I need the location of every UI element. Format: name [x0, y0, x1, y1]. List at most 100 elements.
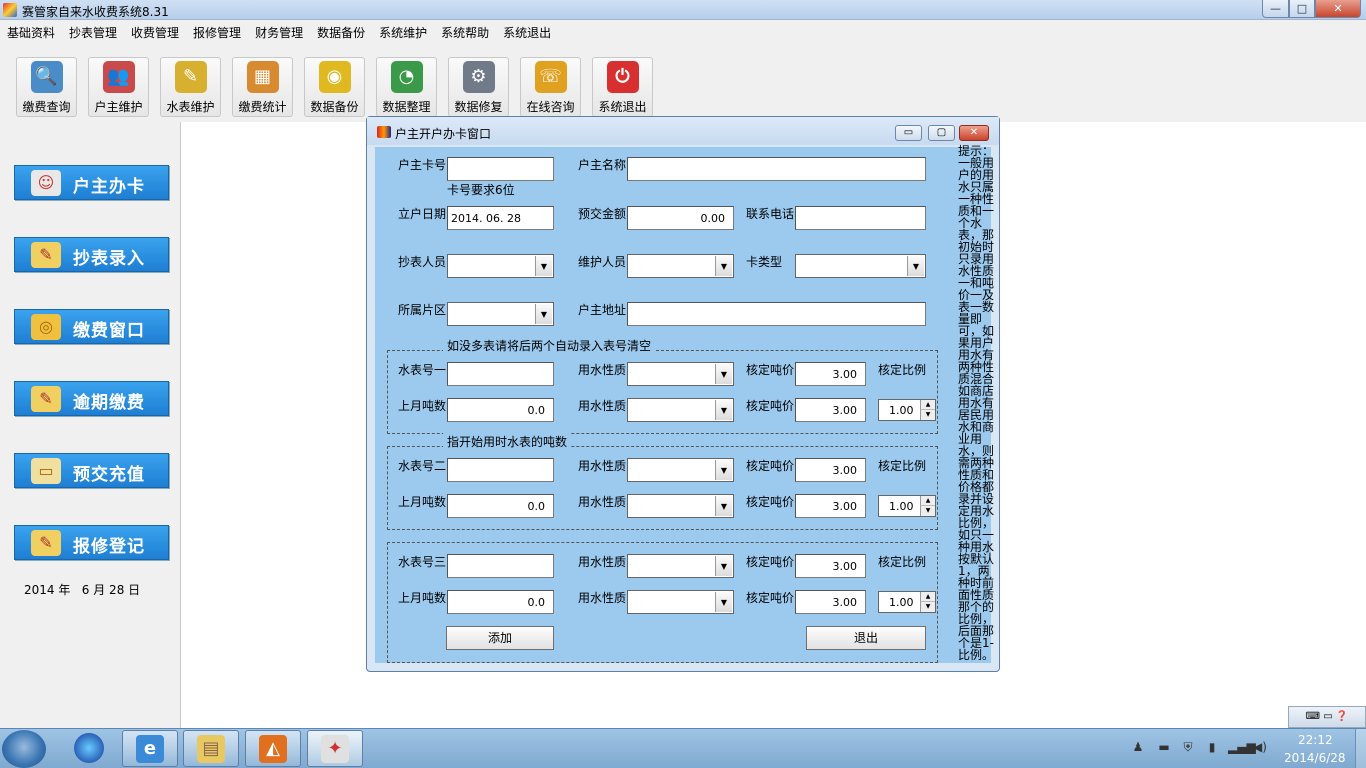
show-desktop-button[interactable] [1355, 729, 1366, 768]
menu-help[interactable]: 系统帮助 [434, 21, 496, 41]
spin-down-icon[interactable]: ▼ [920, 602, 935, 612]
sidebar-overdue-payment-button[interactable]: ✎ 逾期缴费 [14, 381, 169, 416]
reader-combobox[interactable]: ▼ [447, 254, 554, 278]
dialog-minimize-button[interactable]: ▭ [895, 125, 922, 141]
minimize-button[interactable]: — [1262, 0, 1289, 18]
meter-three-ratio-spinner[interactable]: 1.00 ▲ ▼ [878, 591, 936, 613]
qq-icon[interactable]: ♟ [1130, 739, 1146, 755]
chevron-down-icon[interactable]: ▼ [715, 460, 732, 480]
chevron-down-icon[interactable]: ▼ [715, 592, 732, 612]
phone-input[interactable] [795, 206, 926, 230]
add-button[interactable]: 添加 [446, 626, 554, 650]
meter-two-price-input[interactable]: 3.00 [795, 458, 866, 482]
chevron-down-icon[interactable]: ▼ [907, 256, 924, 276]
open-date-input[interactable]: 2014. 06. 28 [447, 206, 554, 230]
network-tray-icon[interactable]: ▬ [1156, 739, 1172, 755]
toolbar: 🔍 缴费查询 👥 户主维护 ✎ 水表维护 ▦ 缴费统计 ◉ 数据备份 ◔ 数据整理 ⚙ 数据修… [0, 42, 1366, 122]
toolbar-data-repair-button[interactable]: ⚙ 数据修复 [448, 57, 509, 117]
spin-up-icon[interactable]: ▲ [920, 592, 935, 602]
toolbar-payment-stats-button[interactable]: ▦ 缴费统计 [232, 57, 293, 117]
spin-up-icon[interactable]: ▲ [920, 496, 935, 506]
toolbar-online-consult-button[interactable]: ☏ 在线咨询 [520, 57, 581, 117]
meter-one-nature-combobox[interactable]: ▼ [627, 362, 734, 386]
chevron-down-icon[interactable]: ▼ [715, 256, 732, 276]
meter-one-price-input[interactable]: 3.00 [795, 362, 866, 386]
owner-name-input[interactable] [627, 157, 926, 181]
sidebar-owner-card-button[interactable]: ☺ 户主办卡 [14, 165, 169, 200]
browser-icon[interactable] [74, 733, 104, 763]
toolbar-data-backup-button[interactable]: ◉ 数据备份 [304, 57, 365, 117]
meter-three-price-input[interactable]: 3.00 [795, 554, 866, 578]
taskbar-fox-app-button[interactable]: ◭ [245, 730, 301, 767]
clock-date[interactable]: 2014/6/28 [1284, 751, 1346, 765]
maximize-button[interactable]: □ [1289, 0, 1315, 18]
menu-exit[interactable]: 系统退出 [496, 21, 558, 41]
sidebar-payment-window-button[interactable]: ◎ 缴费窗口 [14, 309, 169, 344]
menu-repair[interactable]: 报修管理 [186, 21, 248, 41]
chevron-down-icon[interactable]: ▼ [535, 304, 552, 324]
spin-down-icon[interactable]: ▼ [920, 506, 935, 516]
volume-icon[interactable]: ◀) [1252, 739, 1268, 755]
exit-button[interactable]: 退出 [806, 626, 926, 650]
meter-one-ratio-spinner[interactable]: 1.00 ▲ ▼ [878, 399, 936, 421]
chevron-down-icon[interactable]: ▼ [535, 256, 552, 276]
taskbar-water-app-button[interactable]: ✦ [307, 730, 363, 767]
security-icon[interactable]: ⛨ [1180, 739, 1196, 755]
maintainer-combobox[interactable]: ▼ [627, 254, 734, 278]
ratio-value: 1.00 [889, 404, 914, 417]
start-button[interactable] [2, 730, 46, 768]
toolbar-payment-query-button[interactable]: 🔍 缴费查询 [16, 57, 77, 117]
meter-three-nature-combobox[interactable]: ▼ [627, 554, 734, 578]
meter-one-last-tons-input[interactable]: 0.0 [447, 398, 554, 422]
menu-billing[interactable]: 收费管理 [124, 21, 186, 41]
meter-one-nature2-combobox[interactable]: ▼ [627, 398, 734, 422]
meter-three-nature2-combobox[interactable]: ▼ [627, 590, 734, 614]
close-button[interactable]: ✕ [1315, 0, 1361, 18]
toolbar-data-organize-button[interactable]: ◔ 数据整理 [376, 57, 437, 117]
meter-two-last-tons-input[interactable]: 0.0 [447, 494, 554, 518]
chevron-down-icon[interactable]: ▼ [715, 400, 732, 420]
meter-two-ratio-spinner[interactable]: 1.00 ▲ ▼ [878, 495, 936, 517]
device-icon[interactable]: ▮ [1204, 739, 1220, 755]
card-no-input[interactable] [447, 157, 554, 181]
address-input[interactable] [627, 302, 926, 326]
meter-two-nature-combobox[interactable]: ▼ [627, 458, 734, 482]
dialog-title: 户主开户办卡窗口 [395, 127, 492, 141]
area-combobox[interactable]: ▼ [447, 302, 554, 326]
meter-two-price2-input[interactable]: 3.00 [795, 494, 866, 518]
sidebar-repair-register-button[interactable]: ✎ 报修登记 [14, 525, 169, 560]
spin-up-icon[interactable]: ▲ [920, 400, 935, 410]
dialog-close-button[interactable]: ✕ [959, 125, 989, 141]
toolbar-system-exit-button[interactable]: ⏻ 系统退出 [592, 57, 653, 117]
meter-three-last-tons-input[interactable]: 0.0 [447, 590, 554, 614]
meter-two-no-input[interactable] [447, 458, 554, 482]
meter-three-price2-input[interactable]: 3.00 [795, 590, 866, 614]
sidebar-prepay-recharge-button[interactable]: ▭ 预交充值 [14, 453, 169, 488]
meter-two-nature2-combobox[interactable]: ▼ [627, 494, 734, 518]
menu-maintenance[interactable]: 系统维护 [372, 21, 434, 41]
chevron-down-icon[interactable]: ▼ [715, 496, 732, 516]
users-icon: 👥 [102, 61, 135, 93]
chevron-down-icon[interactable]: ▼ [715, 556, 732, 576]
meter-one-price2-input[interactable]: 3.00 [795, 398, 866, 422]
owner-card-dialog: 户主开户办卡窗口 ▭ ▢ ✕ 户主卡号 卡号要求6位 户主名称 立户日期 201… [366, 116, 1000, 672]
taskbar-explorer-button[interactable]: ▤ [183, 730, 239, 767]
sidebar-meter-entry-button[interactable]: ✎ 抄表录入 [14, 237, 169, 272]
signal-icon[interactable]: ▂▄▆ [1228, 739, 1256, 755]
menu-finance[interactable]: 财务管理 [248, 21, 310, 41]
ime-language-bar[interactable]: ⌨ ▭ ❓ [1288, 706, 1366, 728]
menu-backup[interactable]: 数据备份 [310, 21, 372, 41]
toolbar-meter-maintenance-button[interactable]: ✎ 水表维护 [160, 57, 221, 117]
menu-basic-data[interactable]: 基础资料 [0, 21, 62, 41]
meter-three-no-input[interactable] [447, 554, 554, 578]
menu-meter-reading[interactable]: 抄表管理 [62, 21, 124, 41]
spin-down-icon[interactable]: ▼ [920, 410, 935, 420]
meter-one-no-input[interactable] [447, 362, 554, 386]
taskbar-ie-button[interactable]: e [122, 730, 178, 767]
clock-time[interactable]: 22:12 [1298, 733, 1333, 747]
prepay-input[interactable]: 0.00 [627, 206, 734, 230]
card-type-combobox[interactable]: ▼ [795, 254, 926, 278]
chevron-down-icon[interactable]: ▼ [715, 364, 732, 384]
toolbar-owner-maintenance-button[interactable]: 👥 户主维护 [88, 57, 149, 117]
dialog-maximize-button[interactable]: ▢ [928, 125, 955, 141]
